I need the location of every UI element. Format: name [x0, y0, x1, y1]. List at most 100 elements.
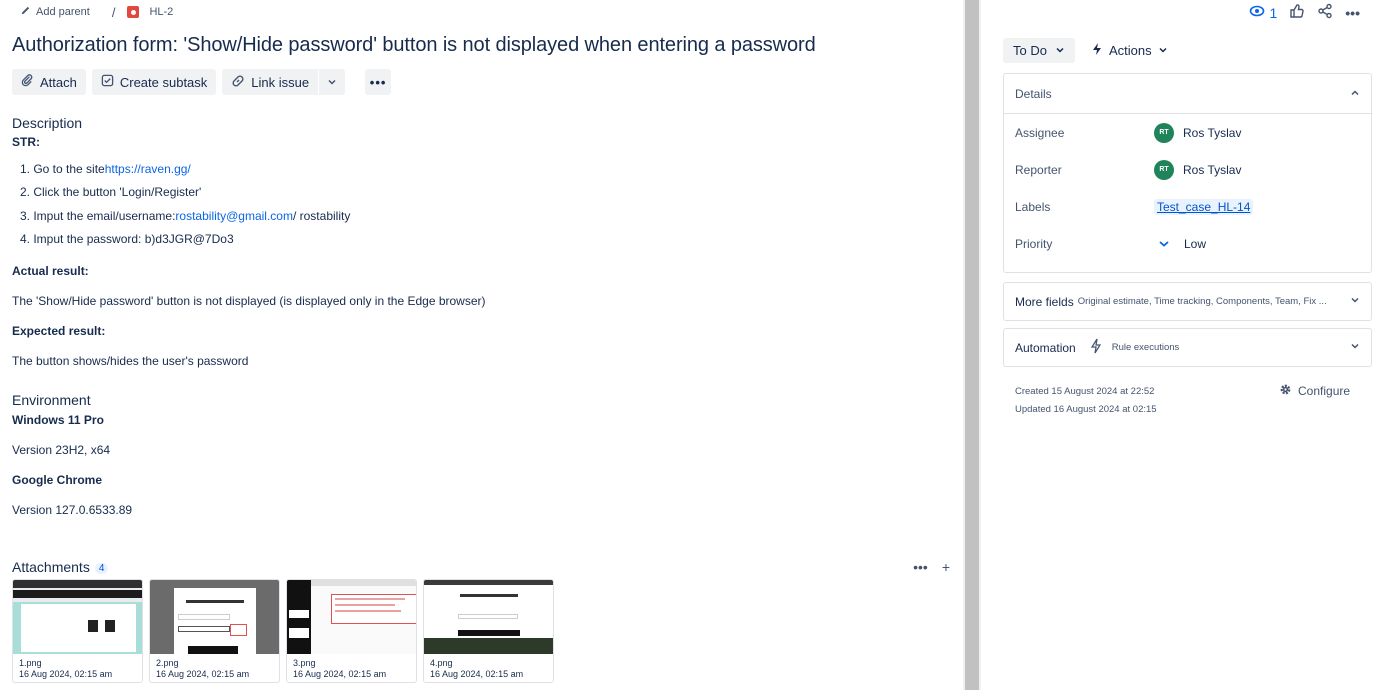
eye-icon: [1249, 3, 1265, 22]
attachment-name: 3.png: [293, 658, 316, 668]
step-item: 3. Imput the email/username: rostability…: [20, 208, 351, 224]
status-row: To Do Actions: [1003, 38, 1168, 63]
env-browser-version: Version 127.0.6533.89: [12, 503, 133, 517]
assignee-value[interactable]: Ros Tyslav: [1183, 126, 1241, 140]
create-subtask-button[interactable]: Create subtask: [91, 69, 217, 95]
created-date: Created 15 August 2024 at 22:52: [1015, 386, 1155, 397]
issue-side-panel: 1 ••• To Do Actions Details Assignee RT …: [983, 0, 1374, 690]
env-os-version: Version 23H2, x64: [12, 443, 111, 457]
str-label: STR:: [12, 135, 40, 149]
attachment-thumbnail: [287, 580, 416, 654]
lightning-icon: [1091, 42, 1103, 59]
attachment-name: 4.png: [430, 658, 453, 668]
add-parent-link[interactable]: Add parent: [20, 5, 90, 19]
label-tag[interactable]: Test_case_HL-14: [1154, 198, 1254, 215]
paperclip-icon: [21, 74, 34, 90]
attachments-count-badge: 4: [94, 563, 109, 574]
site-link[interactable]: https://raven.gg/: [105, 161, 191, 177]
details-panel: Details Assignee RT Ros Tyslav Reporter …: [1003, 73, 1372, 273]
issue-key-link[interactable]: HL-2: [127, 6, 173, 18]
attachments-more-icon[interactable]: •••: [913, 559, 928, 575]
attachment-card[interactable]: 2.png 16 Aug 2024, 02:15 am: [149, 579, 280, 683]
expected-result-text: The button shows/hides the user's passwo…: [12, 354, 249, 368]
chevron-down-icon: [327, 75, 337, 90]
chevron-down-icon: [1158, 43, 1168, 58]
reporter-value[interactable]: Ros Tyslav: [1183, 163, 1241, 177]
watch-button[interactable]: 1: [1249, 3, 1277, 22]
like-icon[interactable]: [1289, 3, 1305, 22]
avatar: RT: [1154, 122, 1174, 143]
assignee-row: Assignee RT Ros Tyslav: [1004, 114, 1371, 151]
issue-main-panel: Add parent / HL-2 Authorization form: 'S…: [0, 0, 963, 690]
attachment-name: 2.png: [156, 658, 179, 668]
priority-label: Priority: [1015, 236, 1053, 251]
actual-result-label: Actual result:: [12, 264, 89, 278]
scrollbar[interactable]: [963, 0, 981, 690]
more-fields-label: More fields: [1015, 294, 1074, 309]
attachment-thumbnail: [424, 580, 553, 654]
breadcrumb-separator: /: [111, 4, 116, 20]
labels-label: Labels: [1015, 199, 1051, 214]
chevron-down-icon: [1350, 341, 1360, 354]
chevron-down-icon: [1350, 295, 1360, 308]
step-item: 2. Click the button 'Login/Register': [20, 185, 202, 200]
issue-title[interactable]: Authorization form: 'Show/Hide password'…: [12, 34, 816, 57]
status-dropdown[interactable]: To Do: [1003, 38, 1075, 63]
link-icon: [231, 74, 245, 91]
attachment-date: 16 Aug 2024, 02:15 am: [430, 669, 524, 679]
attachment-thumbnail: [150, 580, 279, 654]
add-attachment-icon[interactable]: +: [942, 559, 950, 575]
link-issue-split: Link issue: [222, 69, 346, 95]
pencil-icon: [20, 5, 31, 19]
actions-dropdown[interactable]: Actions: [1091, 42, 1168, 59]
link-issue-dropdown[interactable]: [319, 69, 346, 95]
details-header[interactable]: Details: [1004, 74, 1371, 114]
environment-heading: Environment: [12, 392, 91, 408]
attachment-date: 16 Aug 2024, 02:15 am: [156, 669, 250, 679]
steps-list: 1. Go to the site https://raven.gg/ 2. C…: [20, 157, 952, 251]
step-item: 1. Go to the site https://raven.gg/: [20, 161, 191, 177]
more-icon: •••: [369, 74, 387, 90]
configure-button[interactable]: Configure: [1279, 383, 1350, 399]
attachments-header: Attachments 4 ••• +: [12, 558, 952, 576]
env-os: Windows 11 Pro: [12, 413, 104, 427]
status-label: To Do: [1013, 43, 1047, 58]
subtask-icon: [101, 74, 114, 90]
bug-icon: [127, 6, 140, 18]
scrollbar-thumb[interactable]: [965, 0, 979, 690]
watch-count: 1: [1269, 4, 1278, 21]
more-fields-hint: Original estimate, Time tracking, Compon…: [1077, 296, 1327, 307]
attachment-card[interactable]: 4.png 16 Aug 2024, 02:15 am: [423, 579, 554, 683]
attachments-heading: Attachments: [12, 559, 90, 575]
create-subtask-label: Create subtask: [119, 74, 208, 90]
description-section: Description STR: 1. Go to the site https…: [12, 115, 952, 518]
actions-label: Actions: [1108, 43, 1152, 58]
automation-hint: Rule executions: [1111, 342, 1180, 353]
more-options-icon[interactable]: •••: [1345, 5, 1360, 21]
attachment-card[interactable]: 3.png 16 Aug 2024, 02:15 am: [286, 579, 417, 683]
attachment-date: 16 Aug 2024, 02:15 am: [19, 669, 113, 679]
email-link[interactable]: rostability@gmail.com: [175, 208, 293, 224]
more-actions-button[interactable]: •••: [365, 69, 392, 95]
add-parent-label: Add parent: [36, 6, 90, 18]
description-heading: Description: [12, 115, 83, 131]
actual-result-text: The 'Show/Hide password' button is not d…: [12, 294, 486, 308]
issue-header-actions: 1 •••: [1249, 3, 1360, 22]
more-fields-panel[interactable]: More fields Original estimate, Time trac…: [1003, 282, 1372, 321]
attach-button[interactable]: Attach: [12, 69, 86, 95]
attach-label: Attach: [40, 74, 77, 90]
updated-date: Updated 16 August 2024 at 02:15: [1015, 404, 1157, 415]
priority-low-icon: [1158, 237, 1170, 251]
env-browser: Google Chrome: [12, 473, 103, 487]
priority-row: Priority Low: [1004, 225, 1371, 262]
issue-toolbar: Attach Create subtask Link issue •••: [12, 69, 392, 95]
details-heading: Details: [1015, 86, 1052, 101]
link-issue-button[interactable]: Link issue: [222, 69, 319, 95]
share-icon[interactable]: [1317, 3, 1333, 22]
reporter-row: Reporter RT Ros Tyslav: [1004, 151, 1371, 188]
assignee-label: Assignee: [1015, 125, 1065, 140]
priority-value[interactable]: Low: [1184, 237, 1206, 251]
breadcrumb: Add parent / HL-2: [20, 4, 173, 20]
attachment-card[interactable]: 1.png 16 Aug 2024, 02:15 am: [12, 579, 143, 683]
automation-panel[interactable]: Automation Rule executions: [1003, 328, 1372, 367]
